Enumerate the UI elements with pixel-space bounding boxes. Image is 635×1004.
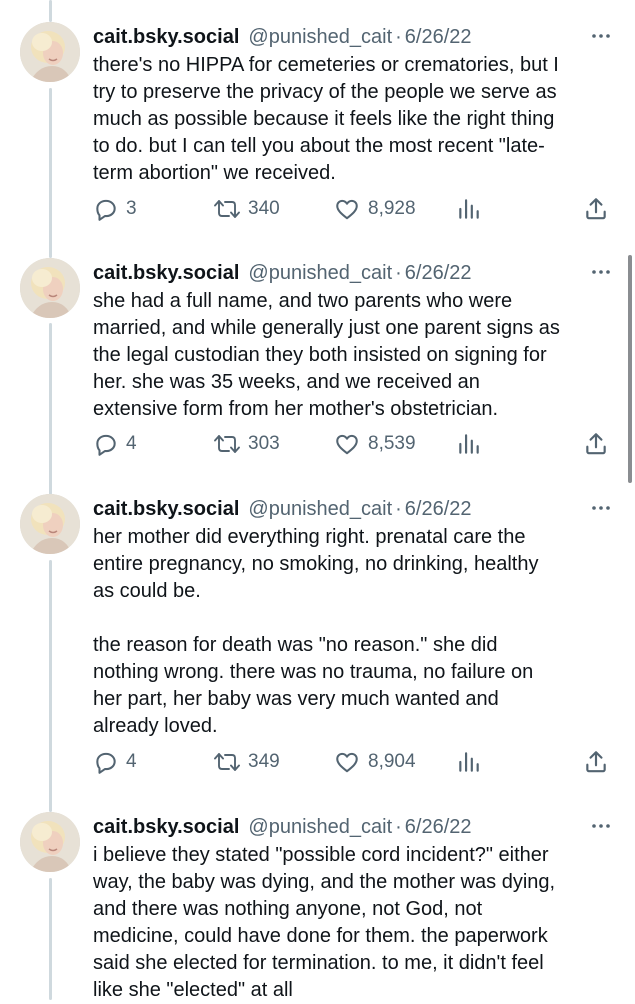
tweet-actions: 4 349 8,904	[93, 747, 618, 777]
views-button[interactable]	[456, 747, 482, 777]
views-button[interactable]	[456, 429, 482, 459]
tweet-text: i believe they stated "possible cord inc…	[93, 844, 556, 1001]
retweet-button[interactable]: 340	[213, 194, 280, 224]
retweet-count: 349	[248, 751, 280, 772]
reply-icon	[93, 196, 119, 222]
user-handle[interactable]: @punished_cait	[248, 262, 392, 285]
views-button[interactable]	[456, 194, 482, 224]
share-icon	[583, 749, 609, 775]
like-button[interactable]: 8,904	[333, 747, 416, 777]
avatar-image	[20, 812, 80, 872]
tweet-date[interactable]: 6/26/22	[405, 26, 472, 49]
separator-dot: ·	[395, 815, 402, 838]
avatar[interactable]	[20, 494, 80, 554]
reply-button[interactable]: 4	[93, 747, 137, 777]
like-button[interactable]: 8,928	[333, 194, 416, 224]
separator-dot: ·	[395, 497, 402, 520]
views-icon	[456, 749, 482, 775]
reply-count: 4	[126, 751, 137, 772]
like-count: 8,928	[368, 198, 416, 219]
tweet-thread: cait.bsky.social @punished_cait · 6/26/2…	[0, 0, 635, 1001]
thread-line	[49, 88, 52, 258]
thread-line	[49, 323, 52, 495]
user-handle[interactable]: @punished_cait	[248, 26, 392, 49]
tweet-text: her mother did everything right. prenata…	[93, 526, 539, 737]
more-icon[interactable]	[589, 496, 613, 520]
tweet-header: cait.bsky.social @punished_cait · 6/26/2…	[93, 258, 613, 288]
tweet-text: there's no HIPPA for cemeteries or crema…	[93, 54, 559, 184]
tweet-date[interactable]: 6/26/22	[405, 816, 472, 839]
reply-icon	[93, 431, 119, 457]
reply-icon	[93, 749, 119, 775]
retweet-count: 340	[248, 198, 280, 219]
reply-button[interactable]: 3	[93, 194, 137, 224]
user-handle[interactable]: @punished_cait	[248, 498, 392, 521]
avatar-image	[20, 494, 80, 554]
user-handle[interactable]: @punished_cait	[248, 816, 392, 839]
share-button[interactable]	[583, 747, 609, 777]
share-icon	[583, 431, 609, 457]
like-icon	[333, 431, 361, 457]
retweet-button[interactable]: 303	[213, 429, 280, 459]
avatar[interactable]	[20, 22, 80, 82]
separator-dot: ·	[395, 25, 402, 48]
share-icon	[583, 196, 609, 222]
like-count: 8,539	[368, 433, 416, 454]
display-name[interactable]: cait.bsky.social	[93, 262, 239, 285]
more-icon[interactable]	[589, 24, 613, 48]
display-name[interactable]: cait.bsky.social	[93, 498, 239, 521]
retweet-icon	[213, 196, 241, 222]
thread-line	[49, 0, 52, 22]
avatar-image	[20, 22, 80, 82]
views-icon	[456, 196, 482, 222]
tweet-actions: 3 340 8,928	[93, 194, 618, 224]
tweet-text: she had a full name, and two parents who…	[93, 290, 560, 420]
tweet-date[interactable]: 6/26/22	[405, 498, 472, 521]
share-button[interactable]	[583, 194, 609, 224]
more-icon[interactable]	[589, 814, 613, 838]
reply-button[interactable]: 4	[93, 429, 137, 459]
tweet-header: cait.bsky.social @punished_cait · 6/26/2…	[93, 812, 613, 842]
share-button[interactable]	[583, 429, 609, 459]
tweet-date[interactable]: 6/26/22	[405, 262, 472, 285]
separator-dot: ·	[395, 261, 402, 284]
like-button[interactable]: 8,539	[333, 429, 416, 459]
views-icon	[456, 431, 482, 457]
like-icon	[333, 749, 361, 775]
retweet-button[interactable]: 349	[213, 747, 280, 777]
tweet-actions: 4 303 8,539	[93, 429, 618, 459]
avatar[interactable]	[20, 258, 80, 318]
like-icon	[333, 196, 361, 222]
reply-count: 3	[126, 198, 137, 219]
tweet-header: cait.bsky.social @punished_cait · 6/26/2…	[93, 22, 613, 52]
thread-line	[49, 878, 52, 1000]
retweet-icon	[213, 431, 241, 457]
display-name[interactable]: cait.bsky.social	[93, 26, 239, 49]
retweet-count: 303	[248, 433, 280, 454]
avatar-image	[20, 258, 80, 318]
scrollbar[interactable]	[628, 255, 632, 483]
tweet-header: cait.bsky.social @punished_cait · 6/26/2…	[93, 494, 613, 524]
display-name[interactable]: cait.bsky.social	[93, 816, 239, 839]
like-count: 8,904	[368, 751, 416, 772]
reply-count: 4	[126, 433, 137, 454]
more-icon[interactable]	[589, 260, 613, 284]
thread-line	[49, 560, 52, 812]
avatar[interactable]	[20, 812, 80, 872]
retweet-icon	[213, 749, 241, 775]
